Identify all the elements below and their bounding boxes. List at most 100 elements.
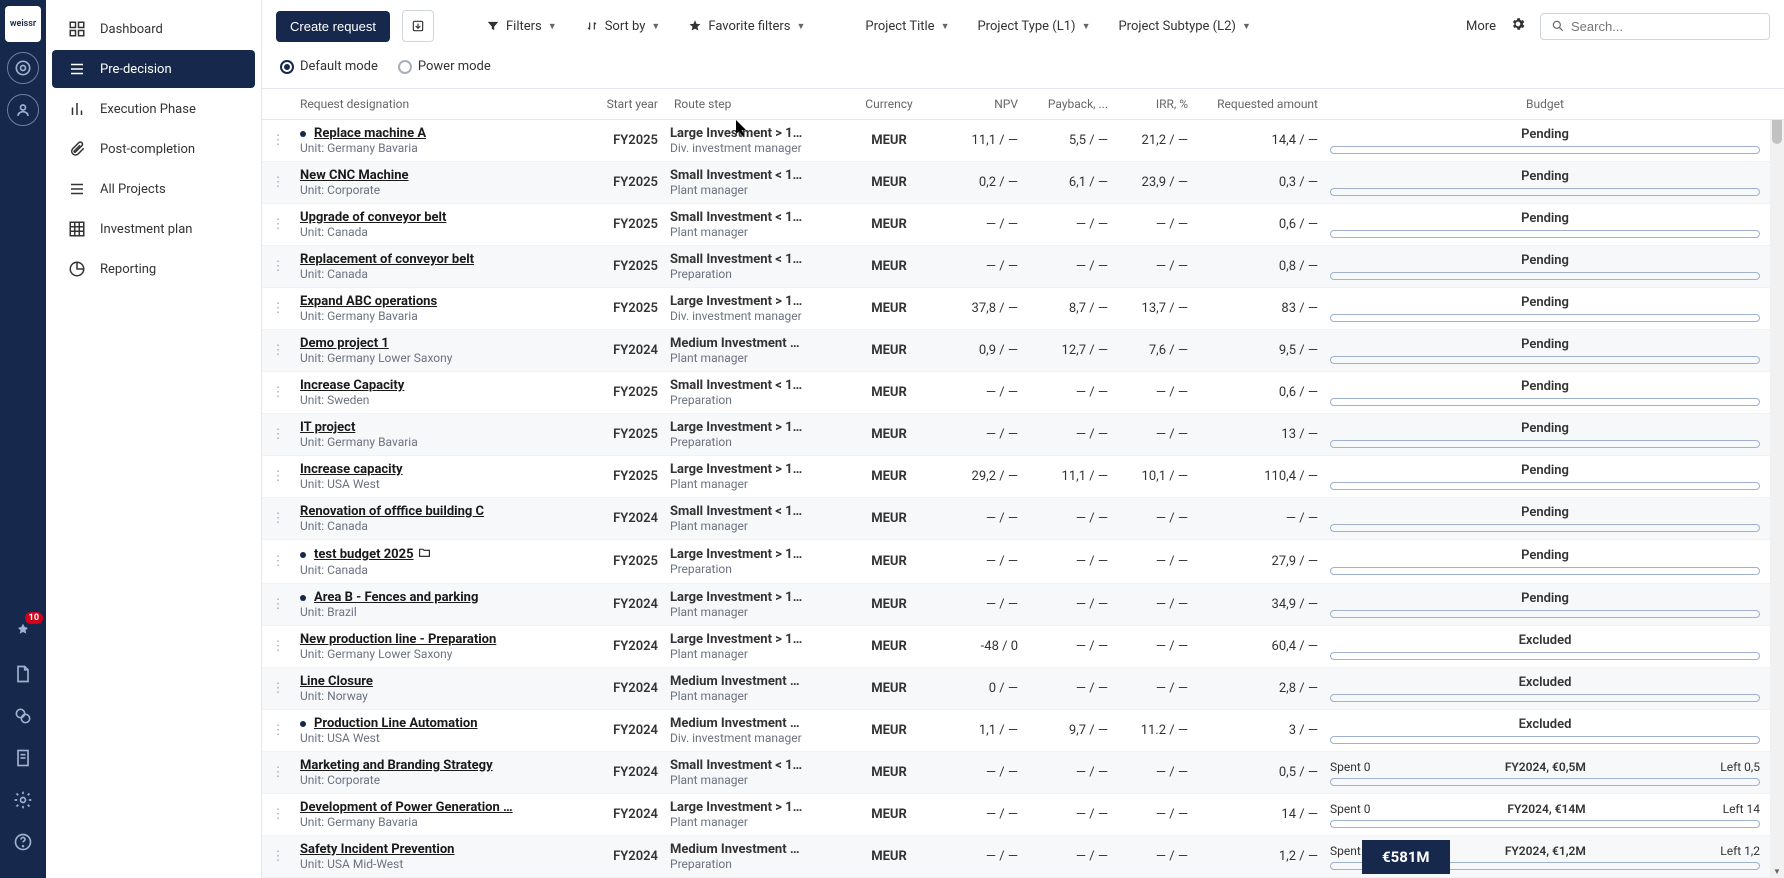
rail-icon-finance[interactable] <box>7 700 39 732</box>
cell-year: FY2024 <box>584 752 664 793</box>
scrollbar[interactable]: ▼ <box>1770 90 1784 878</box>
cell-npv: — / — <box>934 836 1024 877</box>
request-title-link[interactable]: Development of Power Generation … <box>300 800 578 815</box>
request-title-link[interactable]: Demo project 1 <box>300 336 578 351</box>
rail-icon-new-doc[interactable] <box>7 658 39 690</box>
request-title-link[interactable]: New CNC Machine <box>300 168 578 183</box>
col-header-designation[interactable]: Request designation <box>294 89 584 119</box>
sidebar-item-predecision[interactable]: Pre-decision <box>52 50 255 88</box>
cell-requested: 83 / — <box>1194 288 1324 329</box>
rail-icon-notifications[interactable]: 10 <box>7 616 39 648</box>
request-unit: Unit: Corporate <box>300 773 578 787</box>
cell-budget: Excluded <box>1324 710 1784 751</box>
drag-handle[interactable]: ⋮ <box>262 584 294 625</box>
drag-handle[interactable]: ⋮ <box>262 540 294 583</box>
drag-handle[interactable]: ⋮ <box>262 246 294 287</box>
col-header-irr[interactable]: IRR, % <box>1114 89 1194 119</box>
more-link[interactable]: More <box>1466 19 1496 34</box>
request-unit: Unit: Canada <box>300 519 578 533</box>
sidebar-item-reporting[interactable]: Reporting <box>52 250 255 288</box>
cell-currency: MEUR <box>844 668 934 709</box>
import-button[interactable] <box>402 10 434 42</box>
request-title-link[interactable]: Upgrade of conveyor belt <box>300 210 578 225</box>
table-row: ⋮Increase capacityUnit: USA WestFY2025La… <box>262 456 1784 498</box>
budget-status: Pending <box>1330 127 1760 142</box>
sidebar-item-investmentplan[interactable]: Investment plan <box>52 210 255 248</box>
route-role: Preparation <box>670 393 838 407</box>
request-unit: Unit: Canada <box>300 225 578 239</box>
sidebar-item-postcompletion[interactable]: Post-completion <box>52 130 255 168</box>
drag-handle[interactable]: ⋮ <box>262 372 294 413</box>
drag-handle[interactable]: ⋮ <box>262 794 294 835</box>
request-title-link[interactable]: Renovation of offfice building C <box>300 504 578 519</box>
request-title-link[interactable]: New production line - Preparation <box>300 632 578 647</box>
col-header-startyear[interactable]: Start year <box>584 89 664 119</box>
col-header-budget[interactable]: Budget <box>1324 89 1784 119</box>
drag-handle[interactable]: ⋮ <box>262 120 294 161</box>
col-header-route[interactable]: Route step <box>664 89 844 119</box>
request-title-link[interactable]: Replacement of conveyor belt <box>300 252 578 267</box>
request-title-link[interactable]: Line Closure <box>300 674 578 689</box>
request-unit: Unit: Norway <box>300 689 578 703</box>
project-type-dropdown[interactable]: Project Type (L1)▼ <box>969 13 1098 40</box>
grid-data-icon <box>68 220 86 238</box>
drag-handle[interactable]: ⋮ <box>262 626 294 667</box>
col-header-payback[interactable]: Payback, ... <box>1024 89 1114 119</box>
cell-year: FY2025 <box>584 414 664 455</box>
request-title-link[interactable]: Increase Capacity <box>300 378 578 393</box>
project-title-dropdown[interactable]: Project Title▼ <box>857 13 957 40</box>
mode-radio-power[interactable]: Power mode <box>398 59 491 74</box>
filters-dropdown[interactable]: Filters▼ <box>478 13 565 40</box>
route-role: Div. investment manager <box>670 309 838 323</box>
drag-handle[interactable]: ⋮ <box>262 162 294 203</box>
drag-handle[interactable]: ⋮ <box>262 836 294 877</box>
search-box[interactable] <box>1540 13 1770 40</box>
project-subtype-dropdown[interactable]: Project Subtype (L2)▼ <box>1110 13 1258 40</box>
col-header-requested[interactable]: Requested amount <box>1194 89 1324 119</box>
request-title-link[interactable]: Replace machine A <box>300 126 578 141</box>
mode-radio-default[interactable]: Default mode <box>280 59 378 74</box>
search-input[interactable] <box>1571 19 1759 34</box>
sidebar-item-allprojects[interactable]: All Projects <box>52 170 255 208</box>
drag-handle[interactable]: ⋮ <box>262 204 294 245</box>
cell-payback: — / — <box>1024 540 1114 583</box>
col-header-currency[interactable]: Currency <box>844 89 934 119</box>
request-title-link[interactable]: Safety Incident Prevention <box>300 842 578 857</box>
rail-icon-apps[interactable] <box>7 52 39 84</box>
drag-handle[interactable]: ⋮ <box>262 752 294 793</box>
gear-icon[interactable] <box>1510 16 1526 36</box>
cell-budget: Excluded <box>1324 668 1784 709</box>
request-title-link[interactable]: Marketing and Branding Strategy <box>300 758 578 773</box>
rail-icon-help[interactable] <box>7 826 39 858</box>
request-unit: Unit: Canada <box>300 267 578 281</box>
status-bullet-icon <box>300 595 306 601</box>
rail-icon-user[interactable] <box>7 94 39 126</box>
favorite-filters-dropdown[interactable]: Favorite filters▼ <box>680 13 813 40</box>
chevron-down-icon: ▼ <box>1082 21 1091 32</box>
sortby-dropdown[interactable]: Sort by▼ <box>577 13 669 40</box>
drag-handle[interactable]: ⋮ <box>262 456 294 497</box>
drag-handle[interactable]: ⋮ <box>262 498 294 539</box>
drag-handle[interactable]: ⋮ <box>262 414 294 455</box>
drag-handle[interactable]: ⋮ <box>262 668 294 709</box>
drag-handle[interactable]: ⋮ <box>262 330 294 371</box>
col-header-npv[interactable]: NPV <box>934 89 1024 119</box>
rail-icon-doc[interactable] <box>7 742 39 774</box>
cell-currency: MEUR <box>844 288 934 329</box>
budget-status: Pending <box>1330 253 1760 268</box>
request-title-link[interactable]: IT project <box>300 420 578 435</box>
brand-logo[interactable]: weissr <box>5 6 41 42</box>
sidebar-item-dashboard[interactable]: Dashboard <box>52 10 255 48</box>
request-title-link[interactable]: Area B - Fences and parking <box>300 590 578 605</box>
cell-currency: MEUR <box>844 498 934 539</box>
sidebar-item-execution[interactable]: Execution Phase <box>52 90 255 128</box>
cell-currency: MEUR <box>844 246 934 287</box>
rail-icon-settings[interactable] <box>7 784 39 816</box>
drag-handle[interactable]: ⋮ <box>262 288 294 329</box>
request-title-link[interactable]: Increase capacity <box>300 462 578 477</box>
request-title-link[interactable]: Expand ABC operations <box>300 294 578 309</box>
create-request-button[interactable]: Create request <box>276 11 390 42</box>
request-title-link[interactable]: test budget 2025 <box>300 546 578 563</box>
request-title-link[interactable]: Production Line Automation <box>300 716 578 731</box>
drag-handle[interactable]: ⋮ <box>262 710 294 751</box>
